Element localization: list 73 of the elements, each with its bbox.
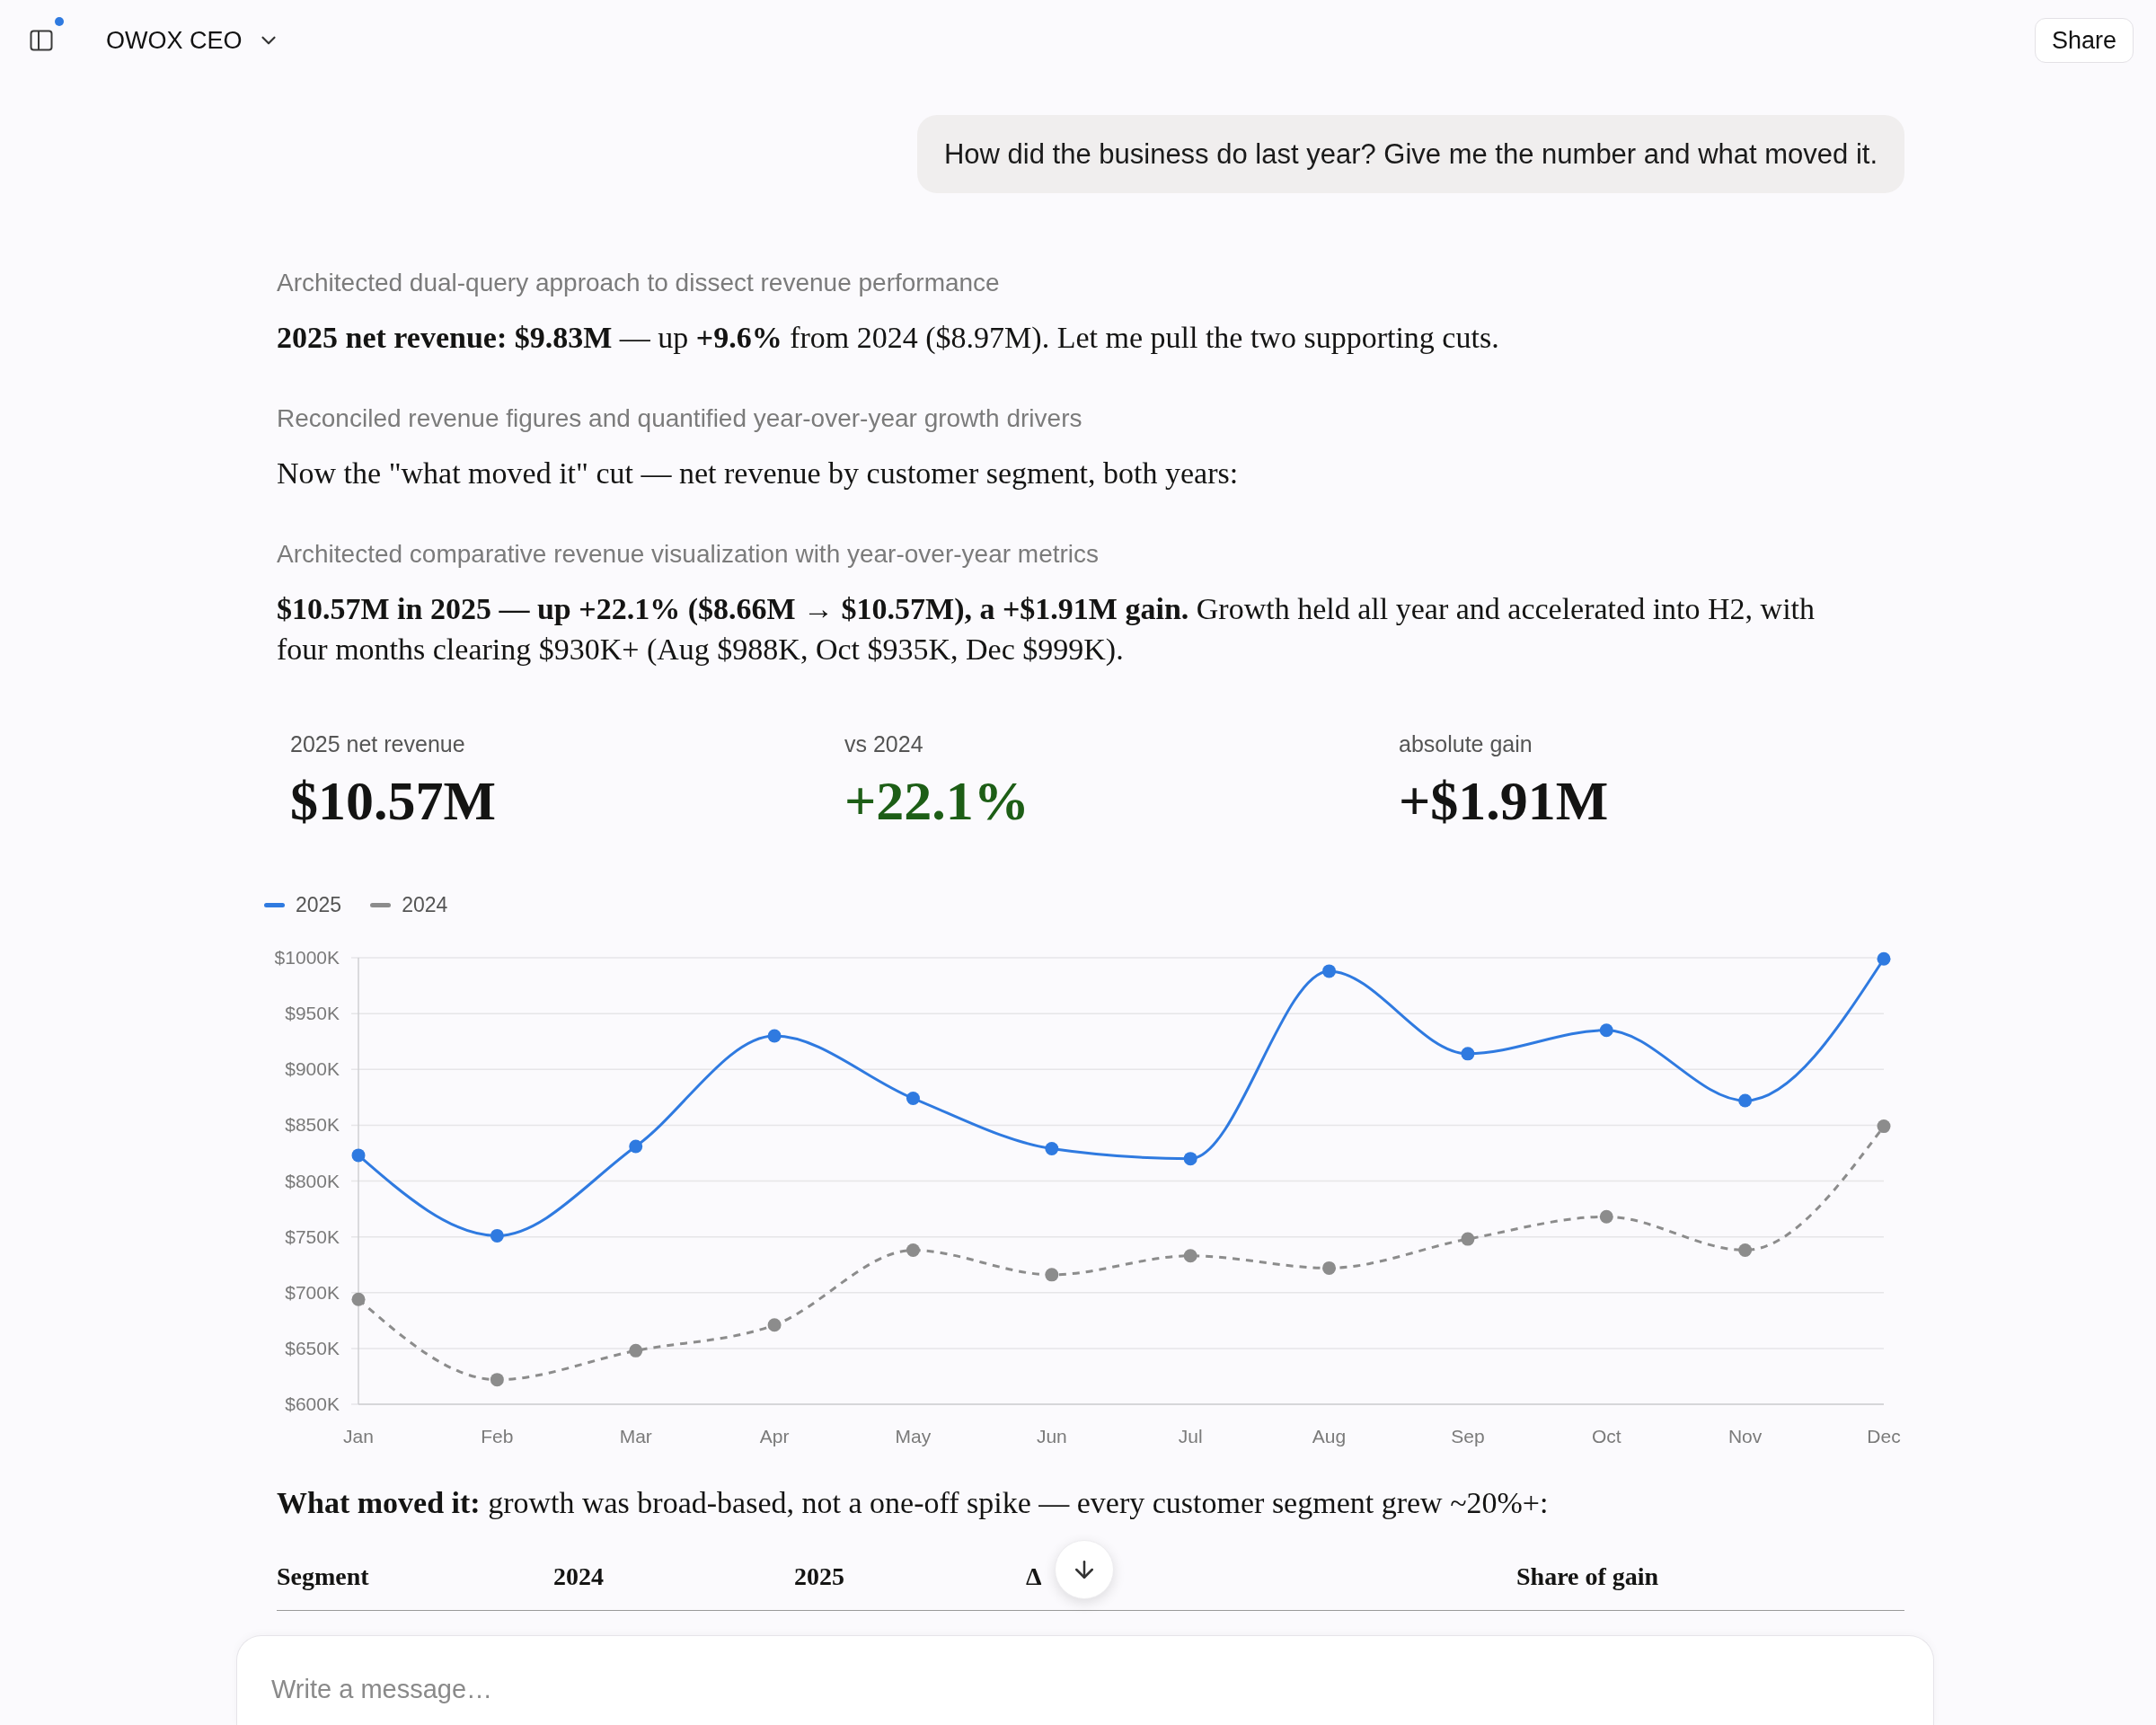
x-axis-label: Aug — [1312, 1426, 1347, 1446]
data-point — [1877, 951, 1891, 966]
legend-swatch-icon — [264, 902, 285, 907]
notification-dot-icon — [55, 17, 64, 26]
y-axis-label: $800K — [285, 1170, 340, 1191]
table-header: Δ — [1026, 1561, 1042, 1591]
data-point — [1045, 1268, 1059, 1282]
response-text: $10.57M in 2025 — up +22.1% ($8.66M → $10.57M), a +$1.91M gain. Growth held all year and accelerated into H2, with four months clearing $930K+ (Aug $988K, Oct $935K, Dec $999K). — [277, 591, 1816, 668]
data-point — [906, 1243, 920, 1258]
data-point — [351, 1292, 366, 1306]
data-point — [629, 1139, 643, 1154]
x-axis-label: May — [895, 1426, 932, 1446]
y-axis-label: $1000K — [274, 947, 340, 968]
x-axis-label: Apr — [759, 1426, 790, 1446]
data-point — [1461, 1232, 1475, 1246]
kpi-value: +22.1% — [844, 769, 1029, 832]
user-message: How did the business do last year? Give me the number and what moved it. — [916, 115, 1904, 193]
data-point — [1322, 1261, 1337, 1275]
kpi-value: +$1.91M — [1399, 769, 1609, 832]
response-text: Now the "what moved it" cut — net revenue by customer segment, both years: — [277, 456, 1240, 491]
kpi-value: $10.57M — [290, 769, 497, 832]
x-axis-label: Jul — [1178, 1426, 1203, 1446]
data-point — [767, 1029, 782, 1043]
data-point — [629, 1343, 643, 1358]
x-axis-label: Sep — [1451, 1426, 1485, 1446]
table-header: 2024 — [553, 1561, 604, 1591]
kpi-label: 2025 net revenue — [290, 730, 465, 757]
thinking-summary: Architected dual-query approach to dissect revenue performance — [277, 268, 1001, 298]
x-axis-label: Dec — [1867, 1426, 1901, 1446]
x-axis-label: Oct — [1591, 1426, 1621, 1446]
legend-label: 2024 — [402, 892, 448, 917]
share-button[interactable]: Share — [2034, 18, 2134, 63]
workspace-menu-button[interactable]: OWOX CEO — [106, 26, 280, 55]
data-point — [1877, 1119, 1891, 1134]
y-axis-label: $650K — [285, 1337, 340, 1358]
data-point — [490, 1228, 504, 1243]
x-axis-label: Nov — [1727, 1426, 1763, 1446]
kpi-label: absolute gain — [1399, 730, 1533, 757]
y-axis-label: $750K — [285, 1225, 340, 1247]
response-text: 2025 net revenue: $9.83M — up +9.6% from 2024 ($8.97M). Let me pull the two supporting cuts. — [277, 320, 1500, 356]
data-point — [1461, 1047, 1475, 1061]
x-axis-label: Jan — [343, 1426, 374, 1446]
data-point — [767, 1318, 782, 1332]
y-axis-label: $850K — [285, 1114, 340, 1136]
y-axis-label: $600K — [285, 1393, 340, 1414]
table-header: Share of gain — [1516, 1561, 1659, 1591]
data-point — [1183, 1249, 1197, 1263]
data-point — [906, 1092, 920, 1106]
legend-swatch-icon — [370, 902, 392, 907]
data-point — [1599, 1023, 1613, 1038]
message-input[interactable]: Write a message… — [236, 1635, 1934, 1725]
table-header: 2025 — [794, 1561, 844, 1591]
sidebar-icon — [30, 29, 53, 52]
data-point — [1738, 1243, 1753, 1258]
y-axis-label: $700K — [285, 1281, 340, 1303]
x-axis-label: Jun — [1036, 1426, 1067, 1446]
data-point — [351, 1148, 366, 1163]
data-point — [1738, 1093, 1753, 1108]
table-header: Segment — [277, 1561, 369, 1591]
data-point — [1599, 1209, 1613, 1224]
x-axis-label: Mar — [619, 1426, 652, 1446]
y-axis-label: $950K — [285, 1003, 340, 1024]
response-text: What moved it: growth was broad-based, not a one-off spike — every customer segment grew ~20%+: — [277, 1485, 1550, 1521]
legend-label: 2025 — [296, 892, 342, 917]
kpi-label: vs 2024 — [844, 730, 923, 757]
data-point — [1045, 1141, 1059, 1155]
thinking-summary: Reconciled revenue figures and quantified year-over-year growth drivers — [277, 403, 1083, 434]
y-axis-label: $900K — [285, 1058, 340, 1080]
x-axis-label: Feb — [481, 1426, 514, 1446]
data-point — [490, 1373, 504, 1387]
data-point — [1322, 964, 1337, 978]
thinking-summary: Architected comparative revenue visualization with year-over-year metrics — [277, 539, 1100, 570]
data-point — [1183, 1152, 1197, 1166]
